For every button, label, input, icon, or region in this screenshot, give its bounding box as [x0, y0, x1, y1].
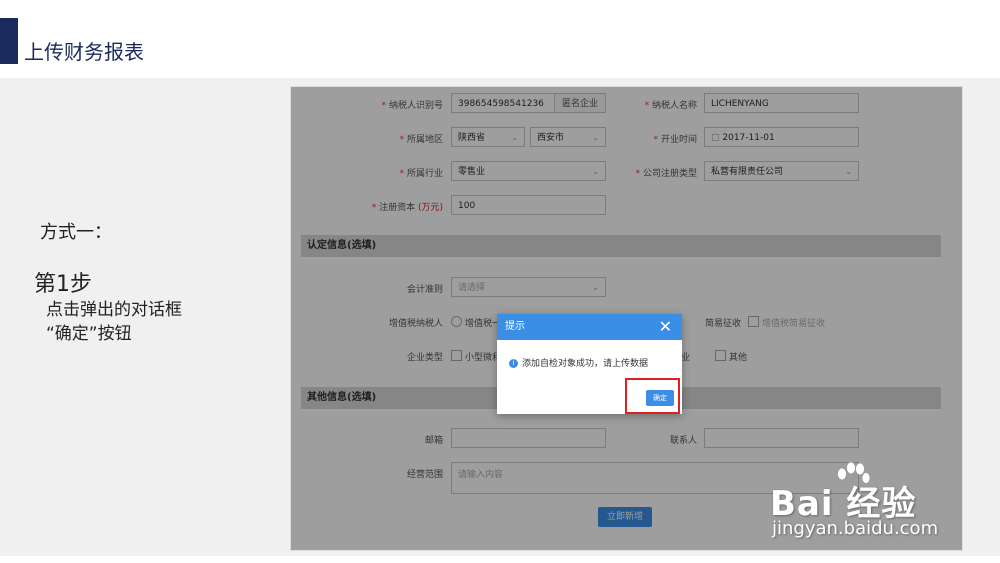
- page-title: 上传财务报表: [24, 40, 144, 64]
- dialog-title: 提示: [505, 321, 525, 332]
- step-label: 第1步: [34, 272, 92, 297]
- step-desc-line1: 点击弹出的对话框: [46, 300, 182, 320]
- step-desc-line2: “确定”按钮: [46, 324, 132, 344]
- title-accent-bar: [0, 18, 18, 64]
- dialog-header: 提示 ✕: [497, 314, 682, 340]
- dialog-message: i 添加自检对象成功，请上传数据: [509, 356, 648, 369]
- baidu-jingyan-watermark: Bai 经验 jingyan.baidu.com: [770, 460, 990, 550]
- watermark-url: jingyan.baidu.com: [772, 518, 939, 539]
- confirm-highlight-box: [625, 378, 680, 414]
- step-description: 点击弹出的对话框 “确定”按钮: [46, 298, 182, 346]
- instruction-panel: 方式一： 第1步 点击弹出的对话框 “确定”按钮: [0, 78, 290, 556]
- close-icon[interactable]: ✕: [659, 314, 672, 340]
- info-icon: i: [509, 359, 518, 368]
- method-label: 方式一：: [40, 222, 112, 243]
